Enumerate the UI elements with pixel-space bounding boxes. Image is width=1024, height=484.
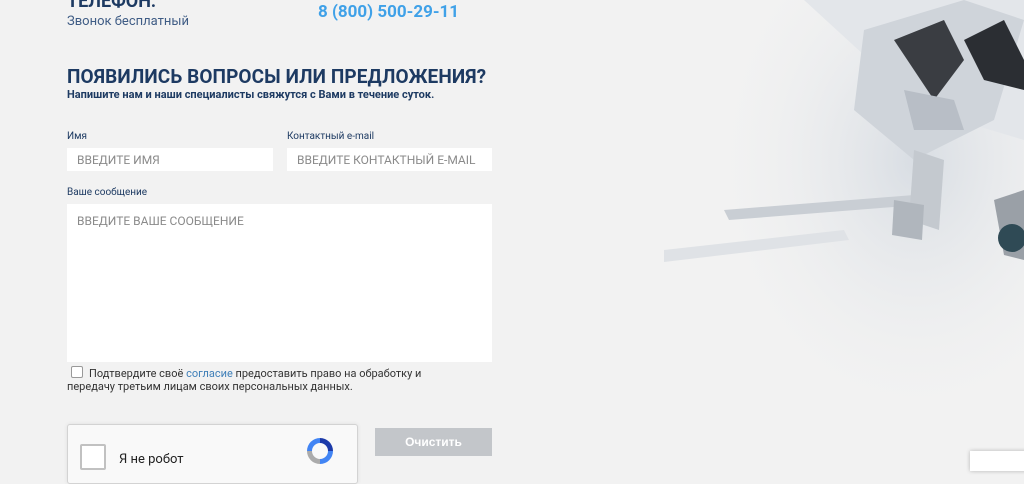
consent-text-before: Подтвердите своё: [89, 367, 187, 380]
recaptcha-logo-icon: [307, 438, 333, 464]
phone-block: ТЕЛЕФОН: Звонок бесплатный: [67, 0, 189, 29]
form-title: ПОЯВИЛИСЬ ВОПРОСЫ ИЛИ ПРЕДЛОЖЕНИЯ?: [67, 65, 487, 88]
consent-checkbox[interactable]: [71, 366, 83, 378]
phone-title: ТЕЛЕФОН:: [67, 0, 156, 12]
recaptcha-checkbox[interactable]: [80, 444, 106, 470]
corner-widget[interactable]: [970, 451, 1024, 471]
name-label: Имя: [67, 131, 88, 142]
hockey-player-background: [664, 0, 1024, 459]
message-label: Ваше сообщение: [67, 187, 148, 198]
message-textarea[interactable]: [67, 204, 492, 362]
consent-link[interactable]: согласие: [186, 367, 233, 380]
email-label: Контактный e-mail: [287, 131, 375, 142]
consent-block: Подтвердите своё согласие предоставить п…: [67, 366, 467, 393]
email-input[interactable]: [287, 148, 492, 171]
name-input[interactable]: [67, 148, 273, 171]
recaptcha-widget: Я не робот: [67, 424, 358, 484]
form-subtitle: Напишите нам и наши специалисты свяжутся…: [67, 88, 435, 101]
phone-subtitle: Звонок бесплатный: [67, 14, 189, 29]
recaptcha-label: Я не робот: [119, 452, 184, 467]
clear-button[interactable]: Очистить: [375, 428, 492, 456]
phone-number-link[interactable]: 8 (800) 500-29-11: [318, 2, 459, 22]
